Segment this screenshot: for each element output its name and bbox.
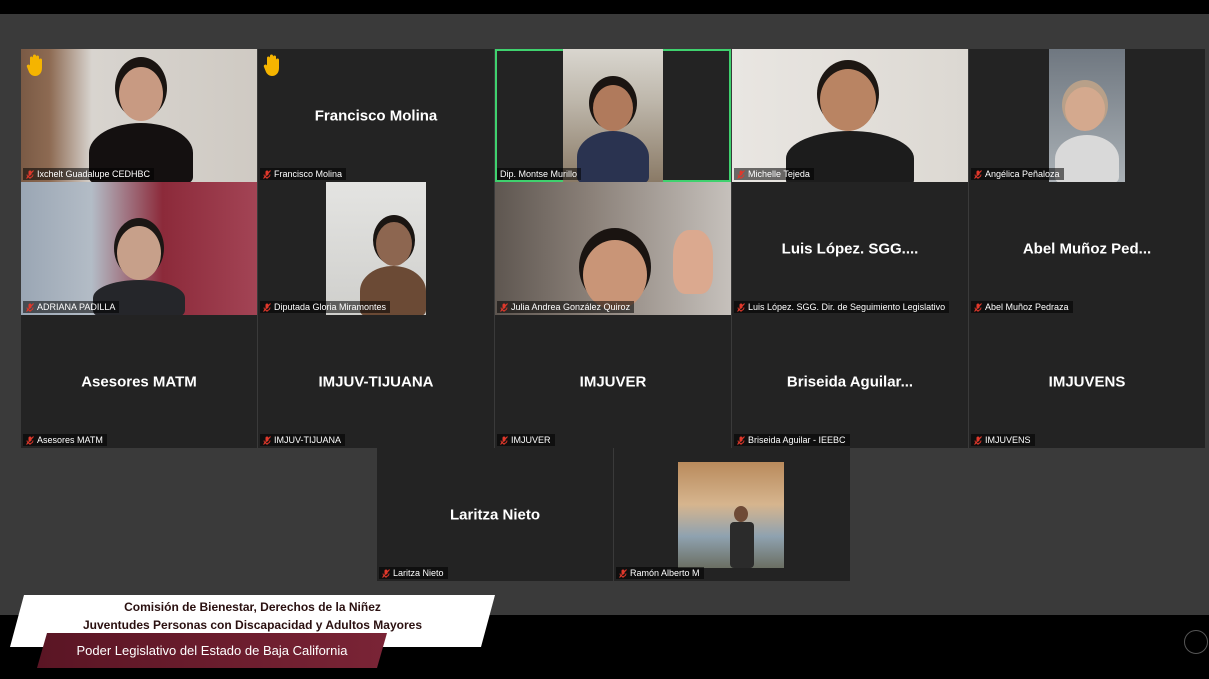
video-gallery: Ixchelt Guadalupe CEDHBC Francisco Molin… xyxy=(0,14,1209,615)
participant-video xyxy=(495,182,731,315)
participant-video xyxy=(326,182,426,315)
participant-label: IMJUVER xyxy=(497,434,555,446)
participant-name: Briseida Aguilar... xyxy=(786,373,914,390)
participant-video xyxy=(21,182,257,315)
participant-name: IMJUVER xyxy=(579,373,647,390)
participant-label: Briseida Aguilar - IEEBC xyxy=(734,434,850,446)
participant-tile[interactable]: Francisco Molina Francisco Molina xyxy=(258,49,494,182)
participant-tile[interactable]: Ramón Alberto M xyxy=(614,448,850,581)
participant-name: Luis López. SGG.... xyxy=(781,240,919,257)
participant-tile[interactable]: Michelle Tejeda xyxy=(732,49,968,182)
mic-muted-icon xyxy=(500,302,508,312)
participant-tile[interactable]: ADRIANA PADILLA xyxy=(21,182,257,315)
mic-muted-icon xyxy=(737,302,745,312)
participant-label: IMJUVENS xyxy=(971,434,1035,446)
participant-tile-active-speaker[interactable]: Dip. Montse Murillo xyxy=(495,49,731,182)
mic-muted-icon xyxy=(974,302,982,312)
participant-name: Laritza Nieto xyxy=(449,506,540,523)
participant-tile[interactable]: Diputada Gloria Miramontes xyxy=(258,182,494,315)
participant-tile[interactable]: Abel Muñoz Ped... Abel Muñoz Pedraza xyxy=(969,182,1205,315)
participant-label: Ramón Alberto M xyxy=(616,567,704,579)
mic-muted-icon xyxy=(500,435,508,445)
participant-name: Asesores MATM xyxy=(81,373,197,390)
participant-label: Luis López. SGG. Dir. de Seguimiento Leg… xyxy=(734,301,950,313)
banner-title-line-1: Comisión de Bienestar, Derechos de la Ni… xyxy=(124,600,381,614)
participant-video xyxy=(563,49,663,182)
participant-tile[interactable]: Luis López. SGG.... Luis López. SGG. Dir… xyxy=(732,182,968,315)
participant-name: Francisco Molina xyxy=(314,107,438,124)
broadcast-banner-subtitle: Poder Legislativo del Estado de Baja Cal… xyxy=(37,633,387,668)
participant-label: Asesores MATM xyxy=(23,434,107,446)
participant-video xyxy=(21,49,257,182)
mic-muted-icon xyxy=(263,169,271,179)
participant-label: Diputada Gloria Miramontes xyxy=(260,301,391,313)
mic-muted-icon xyxy=(382,568,390,578)
mic-muted-icon xyxy=(737,435,745,445)
raised-hand-icon xyxy=(26,54,42,76)
participant-label: ADRIANA PADILLA xyxy=(23,301,120,313)
mic-muted-icon xyxy=(974,435,982,445)
participant-label: Dip. Montse Murillo xyxy=(497,168,582,180)
participant-video xyxy=(1049,49,1125,182)
participant-video xyxy=(678,462,784,568)
participant-name: IMJUV-TIJUANA xyxy=(318,373,434,390)
banner-title-line-2: Juventudes Personas con Discapacidad y A… xyxy=(83,618,422,632)
participant-tile[interactable]: Asesores MATM Asesores MATM xyxy=(21,315,257,448)
banner-subtitle-text: Poder Legislativo del Estado de Baja Cal… xyxy=(76,643,348,658)
mic-muted-icon xyxy=(263,302,271,312)
mic-muted-icon xyxy=(737,169,745,179)
participant-label: Abel Muñoz Pedraza xyxy=(971,301,1073,313)
mic-muted-icon xyxy=(26,435,34,445)
raised-hand-icon xyxy=(263,54,279,76)
participant-name: IMJUVENS xyxy=(1048,373,1126,390)
participant-tile[interactable]: IMJUV-TIJUANA IMJUV-TIJUANA xyxy=(258,315,494,448)
mic-muted-icon xyxy=(263,435,271,445)
participant-label: Michelle Tejeda xyxy=(734,168,814,180)
mic-muted-icon xyxy=(974,169,982,179)
participant-label: Ixchelt Guadalupe CEDHBC xyxy=(23,168,155,180)
mic-muted-icon xyxy=(26,302,34,312)
participant-tile[interactable]: IMJUVER IMJUVER xyxy=(495,315,731,448)
participant-tile[interactable]: Briseida Aguilar... Briseida Aguilar - I… xyxy=(732,315,968,448)
watermark-logo-icon xyxy=(1184,630,1208,654)
participant-label: Francisco Molina xyxy=(260,168,347,180)
participant-label: IMJUV-TIJUANA xyxy=(260,434,346,446)
mic-muted-icon xyxy=(619,568,627,578)
participant-name: Abel Muñoz Ped... xyxy=(1022,240,1152,257)
participant-tile[interactable]: Ixchelt Guadalupe CEDHBC xyxy=(21,49,257,182)
participant-tile[interactable]: Angélica Peñaloza xyxy=(969,49,1205,182)
participant-label: Julia Andrea González Quiroz xyxy=(497,301,635,313)
participant-label: Angélica Peñaloza xyxy=(971,168,1064,180)
participant-tile[interactable]: IMJUVENS IMJUVENS xyxy=(969,315,1205,448)
participant-video xyxy=(732,49,968,182)
participant-tile[interactable]: Julia Andrea González Quiroz xyxy=(495,182,731,315)
participant-tile[interactable]: Laritza Nieto Laritza Nieto xyxy=(377,448,613,581)
mic-muted-icon xyxy=(26,169,34,179)
participant-label: Laritza Nieto xyxy=(379,567,448,579)
